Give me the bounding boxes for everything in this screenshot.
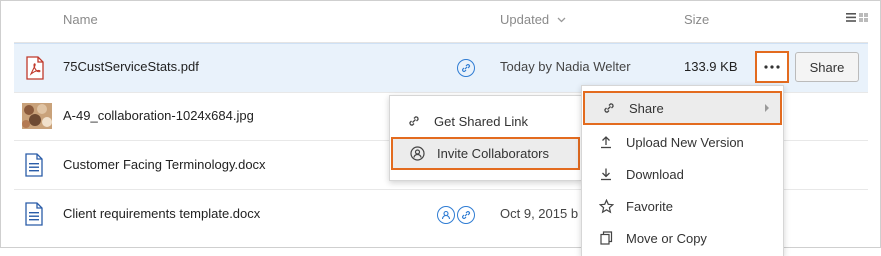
share-menu-item[interactable]: Share — [583, 91, 782, 125]
download-item[interactable]: Download — [582, 158, 783, 190]
context-menu: Share Upload New Version Download Favori… — [581, 85, 784, 256]
file-name[interactable]: Client requirements template.docx — [63, 206, 260, 221]
upload-new-version-item[interactable]: Upload New Version — [582, 126, 783, 158]
grid-view-icon[interactable] — [859, 13, 868, 22]
more-options-button[interactable] — [755, 51, 789, 83]
share-menu-label: Share — [629, 100, 664, 116]
chevron-right-icon — [765, 104, 769, 112]
updated-text: Today by Nadia Welter — [500, 59, 631, 74]
copy-icon — [598, 230, 614, 246]
move-or-copy-item[interactable]: Move or Copy — [582, 222, 783, 254]
column-header-name[interactable]: Name — [63, 12, 98, 27]
chevron-down-icon — [557, 17, 566, 22]
shared-link-icon[interactable] — [457, 206, 475, 224]
get-shared-link-item[interactable]: Get Shared Link — [390, 105, 581, 137]
list-view-icon[interactable] — [846, 13, 856, 22]
file-name[interactable]: A-49_collaboration-1024x684.jpg — [63, 108, 254, 123]
file-name[interactable]: Customer Facing Terminology.docx — [63, 157, 266, 172]
share-submenu: Get Shared Link Invite Collaborators — [389, 95, 582, 181]
download-icon — [598, 166, 614, 182]
upload-new-version-label: Upload New Version — [626, 134, 744, 150]
share-button[interactable]: Share — [795, 52, 859, 82]
column-header-updated[interactable]: Updated — [500, 12, 566, 27]
get-shared-link-label: Get Shared Link — [434, 113, 528, 129]
link-icon — [601, 100, 617, 116]
document-file-icon — [25, 153, 43, 177]
move-or-copy-label: Move or Copy — [626, 230, 707, 246]
link-icon — [406, 113, 422, 129]
file-size: 133.9 KB — [684, 59, 738, 74]
invite-collaborators-item[interactable]: Invite Collaborators — [391, 137, 580, 170]
view-toggle[interactable] — [846, 13, 868, 22]
updated-text: Oct 9, 2015 b — [500, 206, 579, 221]
upload-icon — [598, 134, 614, 150]
pdf-file-icon — [26, 56, 44, 80]
favorite-item[interactable]: Favorite — [582, 190, 783, 222]
star-icon — [598, 198, 614, 214]
collaborator-icon — [409, 146, 425, 162]
invite-collaborators-label: Invite Collaborators — [437, 146, 549, 161]
document-file-icon — [25, 202, 43, 226]
image-thumbnail — [22, 103, 52, 129]
ellipsis-icon — [764, 65, 780, 69]
column-header-updated-label: Updated — [500, 12, 550, 27]
favorite-label: Favorite — [626, 198, 673, 214]
download-label: Download — [626, 166, 684, 182]
collaborators-icon[interactable] — [437, 206, 455, 224]
column-header-size[interactable]: Size — [684, 12, 709, 27]
shared-link-icon[interactable] — [457, 59, 475, 77]
file-name[interactable]: 75CustServiceStats.pdf — [63, 59, 199, 74]
